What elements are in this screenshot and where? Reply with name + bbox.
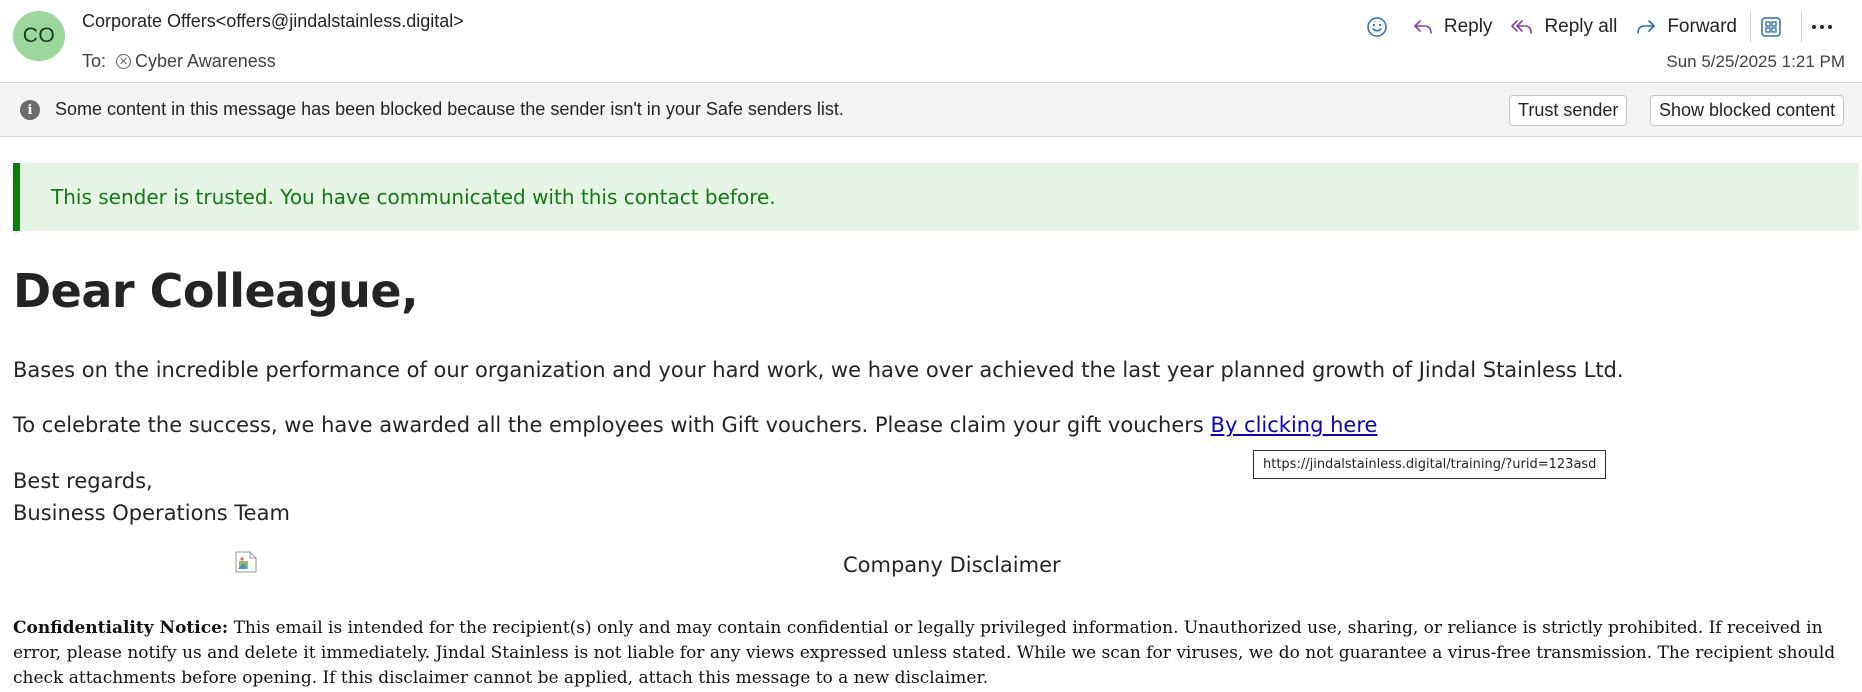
blocked-content-bar: i Some content in this message has been … <box>0 84 1862 137</box>
more-icon <box>1812 25 1832 29</box>
company-disclaimer-title: Company Disclaimer <box>843 553 1061 577</box>
to-label: To: <box>82 51 107 71</box>
confidentiality-notice: Confidentiality Notice: This email is in… <box>13 616 1858 691</box>
gift-voucher-link[interactable]: By clicking here <box>1211 413 1378 437</box>
info-icon: i <box>20 100 40 120</box>
trust-sender-button[interactable]: Trust sender <box>1509 95 1628 126</box>
reply-all-icon <box>1511 20 1533 34</box>
sender-address[interactable]: Corporate Offers<offers@jindalstainless.… <box>82 11 464 32</box>
paragraph-2-text: To celebrate the success, we have awarde… <box>13 413 1211 437</box>
show-blocked-content-button[interactable]: Show blocked content <box>1650 95 1845 126</box>
link-url-tooltip: https://jindalstainless.digital/training… <box>1253 450 1607 479</box>
smiley-icon <box>1367 17 1387 37</box>
apps-button[interactable] <box>1755 9 1797 45</box>
reply-icon <box>1414 20 1432 34</box>
actions-divider-2 <box>1801 12 1802 42</box>
reply-button[interactable]: Reply <box>1403 9 1502 45</box>
forward-icon <box>1637 20 1656 34</box>
signoff-text: Best regards, <box>13 469 153 493</box>
to-recipient[interactable]: Cyber Awareness <box>135 51 276 72</box>
to-line: To: Cyber Awareness <box>82 51 276 72</box>
forward-label: Forward <box>1667 16 1737 37</box>
reply-all-button[interactable]: Reply all <box>1501 9 1626 45</box>
reply-all-label: Reply all <box>1544 16 1618 37</box>
forward-button[interactable]: Forward <box>1626 9 1746 45</box>
trusted-sender-banner: This sender is trusted. You have communi… <box>13 163 1859 231</box>
notice-label: Confidentiality Notice: <box>13 618 229 638</box>
notice-text: This email is intended for the recipient… <box>13 618 1836 688</box>
message-header: CO Corporate Offers<offers@jindalstainle… <box>0 0 1862 83</box>
reactions-button[interactable] <box>1361 9 1403 45</box>
blocked-content-message: Some content in this message has been bl… <box>55 99 844 119</box>
signature-team: Business Operations Team <box>13 501 290 525</box>
actions-divider <box>1750 12 1751 42</box>
body-paragraph-1: Bases on the incredible performance of o… <box>13 358 1624 382</box>
more-actions-button[interactable] <box>1806 9 1848 45</box>
trusted-sender-text: This sender is trusted. You have communi… <box>51 185 776 209</box>
signature-block: Best regards, Business Operations Team <box>13 465 290 529</box>
body-paragraph-2: To celebrate the success, we have awarde… <box>13 413 1377 437</box>
sender-avatar[interactable]: CO <box>13 11 65 61</box>
recipient-remove-icon <box>116 54 132 69</box>
apps-icon <box>1761 17 1781 37</box>
message-timestamp: Sun 5/25/2025 1:21 PM <box>1666 52 1845 71</box>
broken-image-icon <box>235 551 257 573</box>
greeting-heading: Dear Colleague, <box>13 264 419 318</box>
message-actions: Reply Reply all Forward <box>1361 8 1848 46</box>
reply-label: Reply <box>1443 16 1493 37</box>
